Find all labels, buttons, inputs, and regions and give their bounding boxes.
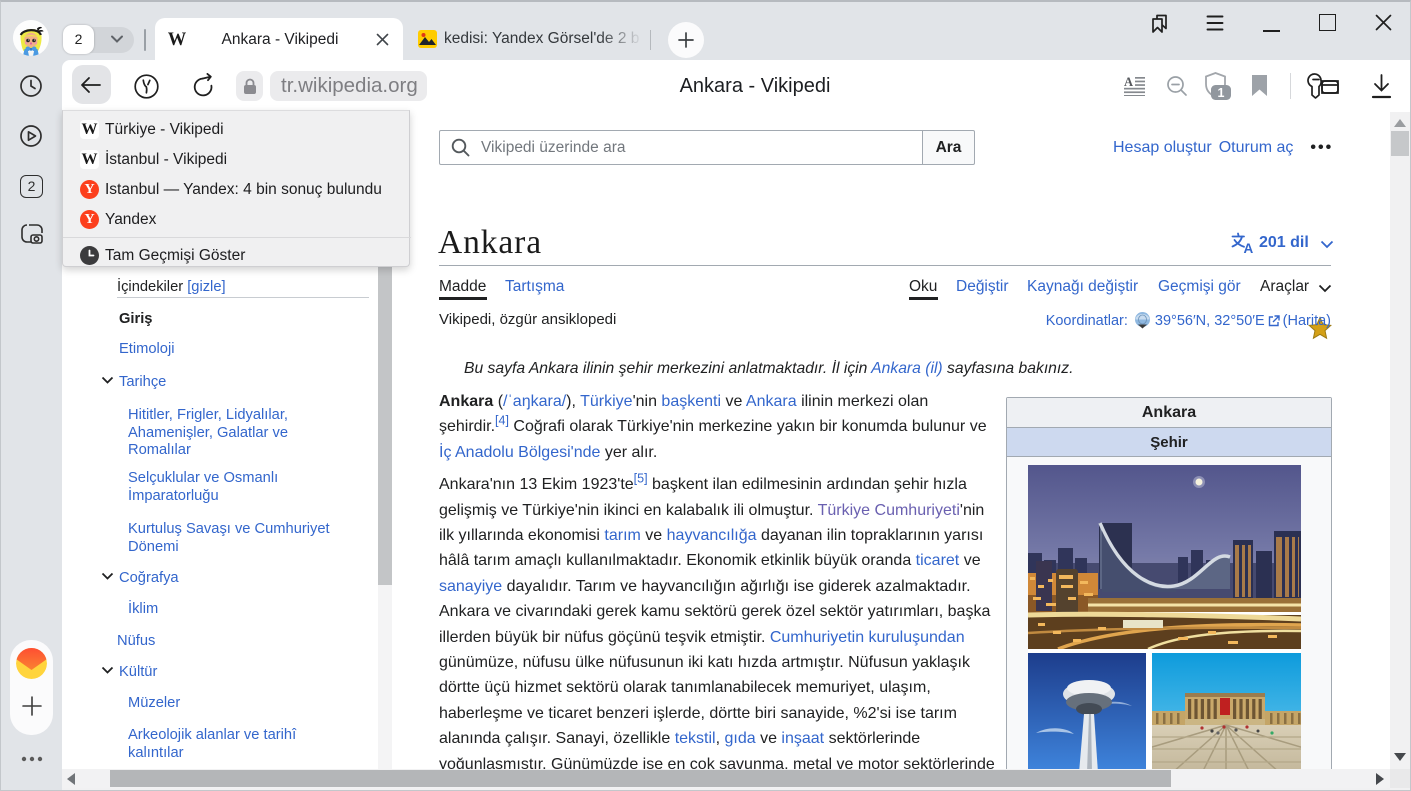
svg-text:A: A: [1244, 241, 1254, 254]
svg-text:A: A: [1124, 76, 1133, 89]
svg-text:1: 1: [1218, 86, 1225, 100]
